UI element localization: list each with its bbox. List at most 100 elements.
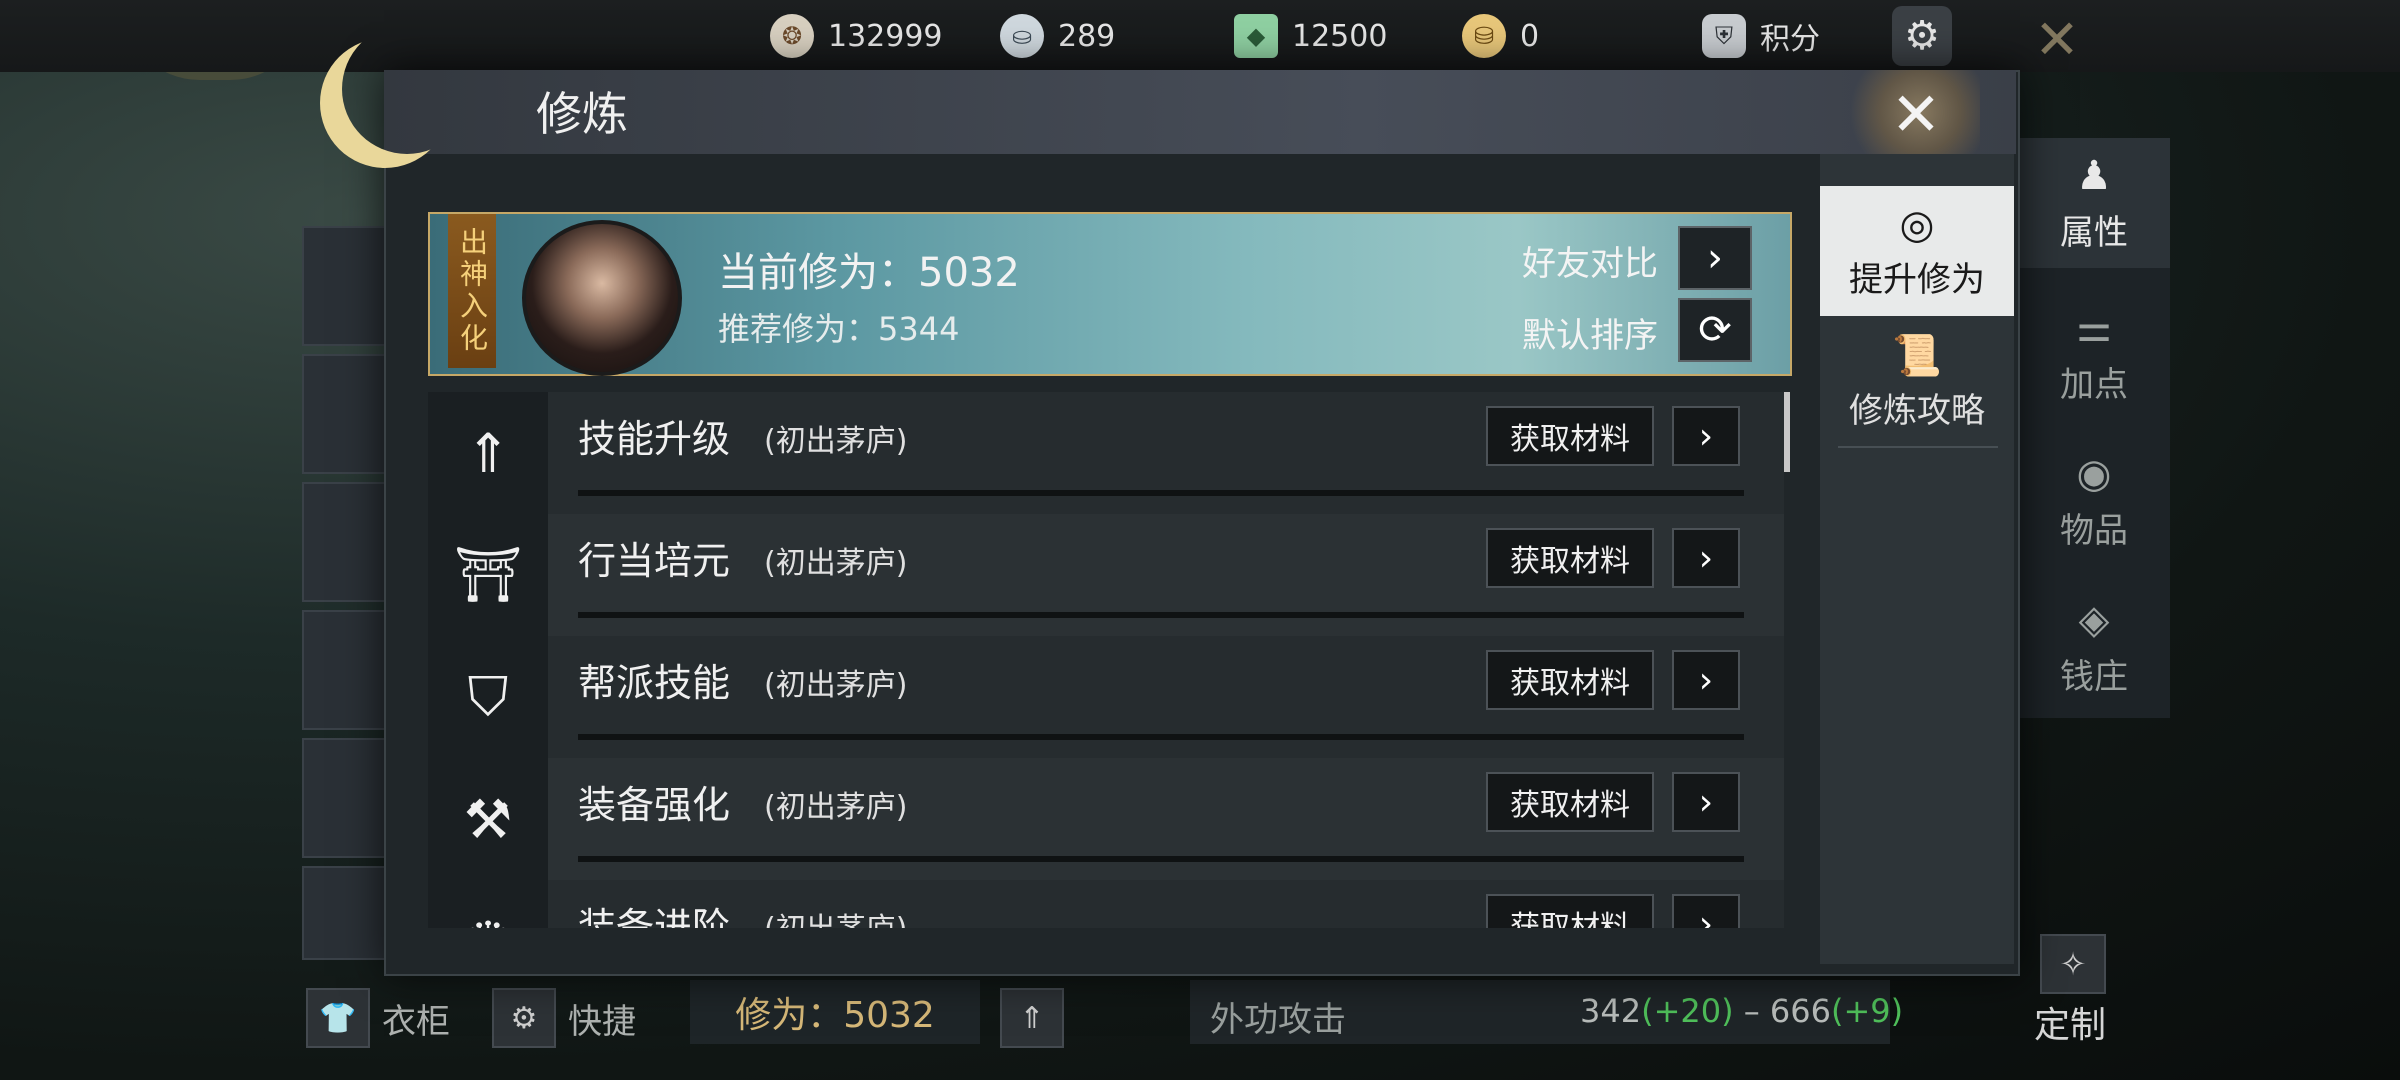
points-button[interactable]: ⛨ 积分 — [1702, 10, 1820, 62]
stat-row: 外功攻击 342(+20) – 666(+9) — [1190, 980, 1903, 1044]
list-item[interactable]: ⛉ 帮派技能 (初出茅庐) 获取材料 › — [428, 636, 1784, 758]
refresh-icon[interactable]: ⟳ — [1678, 298, 1752, 362]
armor-icon: ⛉ — [428, 636, 548, 758]
money-bag-icon: ◈ — [2078, 596, 2110, 643]
chevron-right-icon[interactable]: › — [1672, 772, 1740, 832]
crescent-moon-icon — [342, 24, 472, 154]
item-level: (初出茅庐) — [764, 668, 908, 703]
ingot-icon: ⛀ — [1000, 14, 1044, 58]
currency-ingot[interactable]: ⛀ 289 — [1000, 10, 1115, 62]
get-material-button[interactable]: 获取材料 — [1486, 772, 1654, 832]
modal-close-button[interactable]: ✕ — [1876, 78, 1956, 152]
magic-wand-icon[interactable]: ✧ — [2040, 934, 2106, 994]
get-material-button[interactable]: 获取材料 — [1486, 406, 1654, 466]
tab-label: 物品 — [2060, 510, 2128, 551]
equipment-slot[interactable] — [302, 482, 386, 602]
points-label: 积分 — [1760, 22, 1820, 57]
sliders-icon: ⚌ — [2076, 304, 2112, 351]
equipment-slot[interactable] — [302, 354, 386, 474]
get-material-button[interactable]: 获取材料 — [1486, 528, 1654, 588]
list-item[interactable]: ⇑ 技能升级 (初出茅庐) 获取材料 › — [428, 392, 1784, 514]
tab-improve-cultivation[interactable]: ◎ 提升修为 — [1820, 186, 2014, 316]
tab-label: 加点 — [2060, 364, 2128, 405]
tab-items[interactable]: ◉ 物品 — [2018, 436, 2170, 566]
equipment-slot[interactable] — [302, 610, 386, 730]
list-item[interactable]: ⚒ 装备强化 (初出茅庐) 获取材料 › — [428, 758, 1784, 880]
chevron-right-icon[interactable]: › — [1672, 894, 1740, 928]
cultivation-display: 修为：5032 — [690, 980, 980, 1044]
stat-bonus-high: (+9) — [1831, 992, 1904, 1030]
avatar — [522, 220, 682, 376]
quick-label: 快捷 — [568, 1001, 636, 1042]
modal-title: 修炼 — [536, 87, 628, 141]
wardrobe-button[interactable]: 👕 衣柜 — [306, 988, 450, 1048]
shield-icon: ⛨ — [1702, 14, 1746, 58]
crown-icon: ♛ — [428, 880, 548, 928]
progress-track — [578, 856, 1744, 862]
stat-base-low: 342 — [1580, 992, 1642, 1030]
list-item[interactable]: ⛩ 行当培元 (初出茅庐) 获取材料 › — [428, 514, 1784, 636]
scrollbar[interactable] — [1784, 392, 1790, 472]
tab-label: 修炼攻略 — [1849, 391, 1985, 431]
shirt-icon: 👕 — [306, 988, 370, 1048]
character-icon: ♟ — [2076, 152, 2112, 199]
item-level: (初出茅庐) — [764, 790, 908, 825]
currency-value: 132999 — [828, 18, 943, 54]
item-name: 行当培元 — [578, 539, 731, 583]
wardrobe-label: 衣柜 — [382, 1001, 450, 1042]
progress-track — [578, 612, 1744, 618]
currency-gold[interactable]: ⛁ 0 — [1462, 10, 1539, 62]
anvil-icon: ⚒ — [428, 758, 548, 880]
currency-jade[interactable]: ◆ 12500 — [1234, 10, 1387, 62]
chevron-right-icon[interactable]: › — [1672, 528, 1740, 588]
chevron-right-icon[interactable]: › — [1672, 650, 1740, 710]
equipment-slot[interactable] — [302, 866, 386, 960]
progress-track — [578, 490, 1744, 496]
tab-attributes[interactable]: ♟ 属性 — [2018, 138, 2170, 268]
current-cultivation: 当前修为：5032 — [718, 250, 1020, 296]
equipment-slot[interactable] — [302, 738, 386, 858]
default-sort-label[interactable]: 默认排序 — [1522, 308, 1658, 357]
chevron-right-icon[interactable]: › — [1678, 226, 1752, 290]
currency-value: 0 — [1520, 18, 1540, 54]
gold-ingot-icon: ⛁ — [1462, 14, 1506, 58]
quick-button[interactable]: ⚙ 快捷 — [492, 988, 636, 1048]
coin-icon: ❂ — [770, 14, 814, 58]
chevron-right-icon[interactable]: › — [1672, 406, 1740, 466]
get-material-button[interactable]: 获取材料 — [1486, 894, 1654, 928]
jade-icon: ◆ — [1234, 14, 1278, 58]
tab-points[interactable]: ⚌ 加点 — [2018, 290, 2170, 420]
list-item[interactable]: ♛ 装备进阶 (初出茅庐) 获取材料 › — [428, 880, 1784, 928]
stat-name: 外功攻击 — [1210, 1000, 1346, 1040]
arrow-up-icon: ⇑ — [428, 392, 548, 514]
settings-icon[interactable]: ⚙ — [1892, 6, 1952, 66]
training-list: ⇑ 技能升级 (初出茅庐) 获取材料 › ⛩ 行当培元 (初出茅庐) 获取材料 … — [428, 392, 1784, 928]
arrow-up-icon[interactable]: ⇑ — [1000, 988, 1064, 1048]
bag-icon: ◉ — [2076, 450, 2112, 497]
tab-label: 提升修为 — [1849, 259, 1985, 300]
divider — [1838, 446, 1998, 448]
stat-base-high: 666 — [1769, 992, 1831, 1030]
tab-label: 属性 — [2060, 212, 2128, 253]
currency-coin[interactable]: ❂ 132999 — [770, 10, 943, 62]
friend-compare-label[interactable]: 好友对比 — [1522, 236, 1658, 285]
item-name: 帮派技能 — [578, 661, 731, 705]
customize-label[interactable]: 定制 — [2034, 996, 2106, 1048]
tab-bank[interactable]: ◈ 钱庄 — [2018, 582, 2170, 712]
item-name: 装备进阶 — [578, 905, 731, 928]
spiral-icon: ◎ — [1899, 201, 1935, 248]
tab-training-guide[interactable]: 📜 修炼攻略 — [1820, 320, 2014, 444]
stat-bonus-low: (+20) — [1641, 992, 1734, 1030]
close-icon[interactable]: ✕ — [2022, 4, 2092, 74]
get-material-button[interactable]: 获取材料 — [1486, 650, 1654, 710]
item-name: 装备强化 — [578, 783, 731, 827]
currency-value: 12500 — [1292, 18, 1388, 54]
rank-tag: 出神入化 — [448, 214, 496, 368]
tab-label: 钱庄 — [2060, 656, 2128, 697]
modal-header — [384, 70, 2016, 154]
item-level: (初出茅庐) — [764, 546, 908, 581]
equipment-slot[interactable] — [302, 226, 386, 346]
recommended-cultivation: 推荐修为：5344 — [718, 310, 960, 348]
item-level: (初出茅庐) — [764, 904, 907, 928]
stat-value: 342(+20) – 666(+9) — [1580, 992, 1903, 1030]
